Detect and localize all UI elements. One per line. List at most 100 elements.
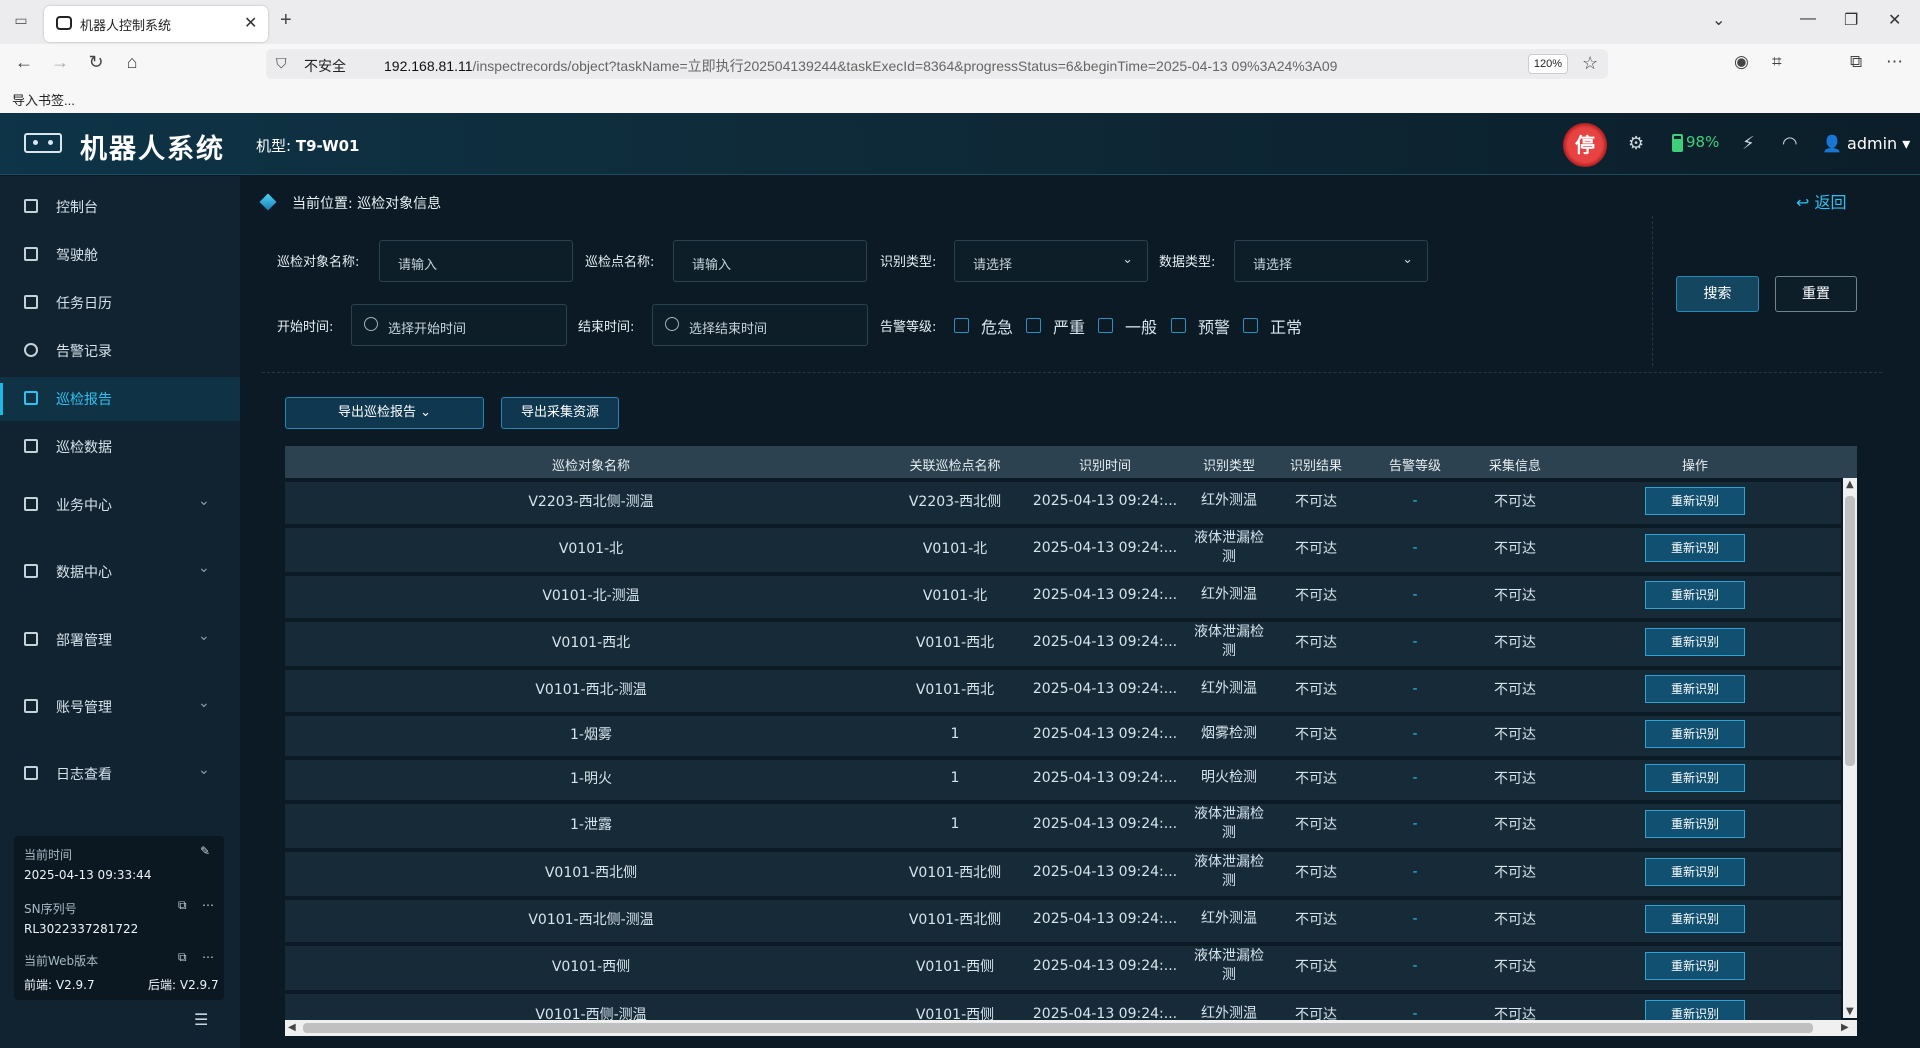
- reset-button[interactable]: 重置: [1775, 276, 1857, 312]
- crop-icon[interactable]: ⌗: [1772, 52, 1782, 72]
- table-row: V0101-北 V0101-北 2025-04-13 09:24:... 液体泄漏检测…: [285, 528, 1841, 576]
- chevron-down-icon: ⌄: [420, 405, 432, 420]
- url-text[interactable]: 192.168.81.11/inspectrecords/object?task…: [384, 56, 1337, 76]
- level-critical-checkbox[interactable]: [954, 318, 969, 333]
- sidebar-item-data-center[interactable]: 数据中心 ⌄: [0, 550, 240, 594]
- start-time-picker[interactable]: 选择开始时间: [351, 304, 567, 346]
- cell-time: 2025-04-13 09:24:...: [1032, 726, 1178, 742]
- scroll-right-icon[interactable]: ▶: [1841, 1022, 1849, 1033]
- chevron-down-icon: ⌄: [198, 493, 210, 509]
- scroll-up-icon[interactable]: ▲: [1846, 479, 1854, 490]
- search-button[interactable]: 搜索: [1676, 276, 1759, 312]
- end-time-label: 结束时间:: [578, 320, 635, 335]
- deploy-icon: [24, 632, 38, 646]
- return-arrow-icon: ↩: [1796, 193, 1810, 212]
- tab-list-icon[interactable]: ▭: [10, 12, 32, 32]
- clock-icon: [665, 317, 679, 331]
- more-icon[interactable]: ⋯: [202, 950, 214, 964]
- re-recognize-button[interactable]: 重新识别: [1645, 675, 1745, 703]
- copy-icon[interactable]: ⧉: [178, 898, 187, 913]
- insecure-label[interactable]: 不安全: [304, 56, 346, 76]
- emergency-stop-button[interactable]: 停: [1563, 123, 1607, 167]
- sn-label: SN序列号: [24, 902, 77, 916]
- bookmark-import[interactable]: 导入书签...: [12, 90, 75, 109]
- wifi-icon[interactable]: ◠: [1782, 133, 1798, 154]
- browser-tab[interactable]: 机器人控制系统 ✕: [44, 6, 268, 42]
- re-recognize-button[interactable]: 重新识别: [1645, 764, 1745, 792]
- copy-icon[interactable]: ⧉: [178, 950, 187, 965]
- re-recognize-button[interactable]: 重新识别: [1645, 720, 1745, 748]
- menu-icon[interactable]: ⋯: [1886, 52, 1903, 72]
- shield-icon[interactable]: ⛉: [276, 55, 287, 72]
- re-recognize-button[interactable]: 重新识别: [1645, 810, 1745, 838]
- account-icon[interactable]: ◉: [1734, 52, 1749, 72]
- table-row: 1-泄露 1 2025-04-13 09:24:... 液体泄漏检测 不可达 - 不可达 重新…: [285, 804, 1841, 852]
- sidebar-item-logs[interactable]: 日志查看 ⌄: [0, 752, 240, 796]
- recognition-type-select[interactable]: 请选择 ⌄: [954, 240, 1148, 282]
- sidebar-item-inspection-report[interactable]: 巡检报告: [0, 377, 240, 421]
- tab-title: 机器人控制系统: [80, 18, 172, 33]
- records-table: 巡检对象名称 关联巡检点名称 识别时间 识别类型 识别结果 告警等级 采集信息 …: [285, 446, 1857, 1036]
- horizontal-scrollbar[interactable]: ◀ ▶: [285, 1020, 1857, 1036]
- sidebar-item-business-center[interactable]: 业务中心 ⌄: [0, 483, 240, 527]
- collapse-menu-icon[interactable]: ☰: [194, 1010, 208, 1029]
- back-button[interactable]: ↩ 返回: [1796, 189, 1847, 213]
- level-general-checkbox[interactable]: [1098, 318, 1113, 333]
- home-icon[interactable]: ⌂: [120, 52, 144, 73]
- end-time-picker[interactable]: 选择结束时间: [652, 304, 868, 346]
- scroll-down-icon[interactable]: ▼: [1846, 1006, 1854, 1017]
- sidebar-item-console[interactable]: 控制台: [0, 185, 240, 229]
- sidebar-item-deployment[interactable]: 部署管理 ⌄: [0, 618, 240, 662]
- sidebar-item-inspection-data[interactable]: 巡检数据: [0, 425, 240, 469]
- data-type-select[interactable]: 请选择 ⌄: [1234, 240, 1428, 282]
- re-recognize-button[interactable]: 重新识别: [1645, 858, 1745, 886]
- minimize-icon[interactable]: —: [1800, 10, 1816, 28]
- reload-icon[interactable]: ↻: [84, 52, 108, 73]
- filter-separator: [262, 372, 1882, 373]
- bookmark-star-icon[interactable]: ☆: [1582, 53, 1598, 74]
- cell-time: 2025-04-13 09:24:...: [1032, 634, 1178, 650]
- vertical-scroll-thumb[interactable]: [1845, 496, 1855, 766]
- alarm-level-label: 告警等级:: [880, 320, 937, 335]
- level-normal-checkbox[interactable]: [1243, 318, 1258, 333]
- export-resources-button[interactable]: 导出采集资源: [501, 397, 619, 429]
- re-recognize-button[interactable]: 重新识别: [1645, 534, 1745, 562]
- vertical-scrollbar[interactable]: ▲ ▼: [1843, 478, 1857, 1018]
- table-row: V0101-西侧 V0101-西侧 2025-04-13 09:24:... 液体泄漏…: [285, 946, 1841, 994]
- more-icon[interactable]: ⋯: [202, 898, 214, 912]
- restore-icon[interactable]: ❐: [1844, 10, 1858, 30]
- scroll-left-icon[interactable]: ◀: [288, 1022, 296, 1033]
- plug-icon[interactable]: ⚡: [1742, 133, 1755, 154]
- cell-object-name: V0101-西北: [551, 635, 631, 651]
- horizontal-scroll-thumb[interactable]: [303, 1023, 1813, 1033]
- sidebar-item-alarm-records[interactable]: 告警记录: [0, 329, 240, 373]
- window-close-icon[interactable]: ✕: [1888, 10, 1901, 30]
- zoom-badge[interactable]: 120%: [1528, 54, 1568, 74]
- re-recognize-button[interactable]: 重新识别: [1645, 581, 1745, 609]
- re-recognize-button[interactable]: 重新识别: [1645, 905, 1745, 933]
- forward-arrow-icon[interactable]: →: [48, 52, 72, 73]
- extensions-icon[interactable]: ⧉: [1850, 52, 1862, 72]
- breadcrumb: 当前位置: 巡检对象信息: [292, 196, 442, 212]
- re-recognize-button[interactable]: 重新识别: [1645, 487, 1745, 515]
- sidebar-item-accounts[interactable]: 账号管理 ⌄: [0, 685, 240, 729]
- new-tab-icon[interactable]: +: [280, 9, 292, 32]
- robot-status-icon[interactable]: ⚙: [1628, 133, 1644, 154]
- user-menu[interactable]: 👤 admin ▾: [1822, 134, 1910, 153]
- point-name-input[interactable]: 请输入: [673, 240, 867, 282]
- export-report-button[interactable]: 导出巡检报告 ⌄: [285, 397, 484, 429]
- address-bar[interactable]: ⛉ 不安全 192.168.81.11/inspectrecords/objec…: [266, 49, 1608, 79]
- back-arrow-icon[interactable]: ←: [12, 52, 36, 73]
- edit-icon[interactable]: ✎: [200, 844, 210, 858]
- close-icon[interactable]: ✕: [244, 13, 257, 33]
- sidebar-item-task-calendar[interactable]: 任务日历: [0, 281, 240, 325]
- re-recognize-button[interactable]: 重新识别: [1645, 952, 1745, 980]
- level-warning-checkbox[interactable]: [1171, 318, 1186, 333]
- cell-time: 2025-04-13 09:24:...: [1032, 911, 1178, 927]
- object-name-input[interactable]: 请输入: [379, 240, 573, 282]
- level-serious-checkbox[interactable]: [1026, 318, 1041, 333]
- sidebar-item-cockpit[interactable]: 驾驶舱: [0, 233, 240, 277]
- chevron-down-icon: ⌄: [198, 762, 210, 778]
- chevron-down-icon[interactable]: ⌄: [1712, 10, 1725, 30]
- re-recognize-button[interactable]: 重新识别: [1645, 628, 1745, 656]
